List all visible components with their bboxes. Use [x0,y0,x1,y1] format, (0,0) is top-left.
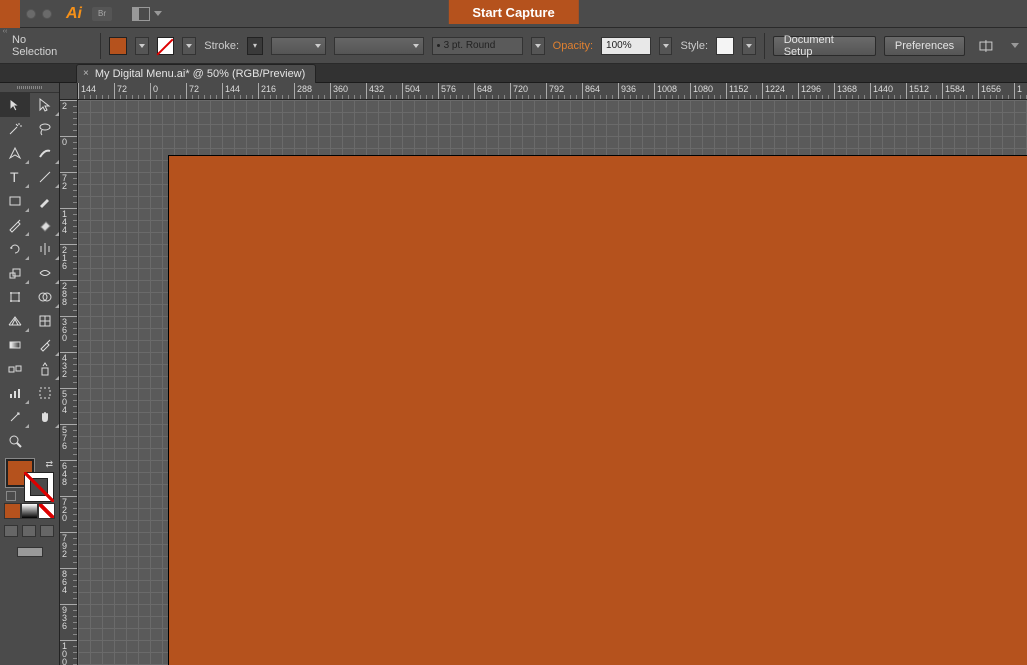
window-dot[interactable] [42,9,52,19]
selection-status-label: No Selection [12,34,74,58]
opacity-label[interactable]: Opacity: [553,40,593,52]
window-controls[interactable] [26,9,52,19]
stroke-dropdown-icon[interactable] [182,37,196,55]
scale-tool[interactable] [0,261,30,285]
slice-tool[interactable] [0,405,30,429]
free-transform-tool[interactable] [0,285,30,309]
brush-label: 3 pt. Round [444,40,496,51]
blend-tool[interactable] [0,357,30,381]
opacity-dropdown-icon[interactable] [659,37,673,55]
rotate-tool[interactable] [0,237,30,261]
artboard-tool[interactable] [30,381,60,405]
reflect-tool[interactable] [30,237,60,261]
brush-dot-icon [437,44,440,47]
document-tab-title: My Digital Menu.ai* @ 50% (RGB/Preview) [95,68,305,80]
zoom-tool[interactable] [0,429,30,453]
divider [100,33,101,59]
color-mode-none[interactable] [38,503,55,519]
horizontal-ruler[interactable]: 1447207214421628836043250457664872079286… [78,83,1027,100]
document-setup-button[interactable]: Document Setup [773,36,876,56]
gradient-tool[interactable] [0,333,30,357]
style-dropdown-icon[interactable] [742,37,756,55]
divider [764,33,765,59]
vertical-ruler[interactable]: 2072144216288360432504576648720792864936… [60,100,78,665]
color-mode-row [4,503,55,519]
line-tool[interactable] [30,165,60,189]
perspective-grid-tool[interactable] [0,309,30,333]
stroke-label: Stroke: [204,40,239,52]
align-dropdown-icon[interactable] [1011,43,1019,48]
opacity-input[interactable]: 100% [601,37,651,55]
draw-mode-row [4,525,55,537]
tool-grid: T [0,93,59,453]
default-fill-stroke-icon[interactable] [6,491,16,501]
panel-grip[interactable] [0,83,59,93]
stroke-weight-stepper[interactable]: ▾ [247,37,263,55]
draw-behind-icon[interactable] [22,525,36,537]
workspace-layout-icon[interactable] [132,7,150,21]
eyedropper-tool[interactable] [30,333,60,357]
align-icon[interactable] [979,39,999,53]
color-mode-gradient[interactable] [21,503,38,519]
column-graph-tool[interactable] [0,381,30,405]
stroke-swatch[interactable] [157,37,175,55]
canvas-area: 1447207214421628836043250457664872079286… [60,83,1027,665]
ruler-origin-corner[interactable] [60,83,78,100]
control-bar: No Selection Stroke: ▾ 3 pt. Round Opaci… [0,28,1027,64]
symbol-sprayer-tool[interactable] [30,357,60,381]
start-capture-button[interactable]: Start Capture [448,0,578,24]
canvas-viewport[interactable] [78,100,1027,665]
blob-brush-tool[interactable] [30,141,60,165]
screen-mode-icon[interactable] [17,547,43,557]
draw-inside-icon[interactable] [40,525,54,537]
draw-normal-icon[interactable] [4,525,18,537]
lasso-tool[interactable] [30,117,60,141]
shape-builder-tool[interactable] [30,285,60,309]
screen-mode-row [0,547,59,557]
preferences-button[interactable]: Preferences [884,36,965,56]
brush-definition-dropdown[interactable]: 3 pt. Round [432,37,523,55]
magic-wand-tool[interactable] [0,117,30,141]
artboard[interactable] [168,155,1027,665]
window-dot[interactable] [26,9,36,19]
pen-tool[interactable] [0,141,30,165]
document-tab[interactable]: × My Digital Menu.ai* @ 50% (RGB/Preview… [76,64,316,83]
graphic-style-swatch[interactable] [716,37,734,55]
selection-tool[interactable] [0,93,30,117]
svg-text:T: T [10,169,19,185]
fill-swatch[interactable] [109,37,127,55]
bridge-icon[interactable]: Br [92,7,112,21]
variable-width-dropdown[interactable] [334,37,423,55]
direct-selection-tool[interactable] [30,93,60,117]
stroke-weight-dropdown[interactable] [271,37,326,55]
collapse-toggle-icon[interactable]: ‹‹ [0,28,10,36]
app-tab-indicator [0,0,20,28]
stroke-color-box[interactable] [25,473,53,501]
document-tabs-row: × My Digital Menu.ai* @ 50% (RGB/Preview… [0,64,1027,83]
brush-dropdown-icon[interactable] [531,37,545,55]
mesh-tool[interactable] [30,309,60,333]
fill-dropdown-icon[interactable] [135,37,149,55]
hand-tool[interactable] [30,405,60,429]
swap-fill-stroke-icon[interactable]: ⇄ [45,459,53,470]
style-label: Style: [680,40,708,52]
illustrator-app-icon: Ai [66,5,82,23]
rectangle-tool[interactable] [0,189,30,213]
main-area: T ⇄ [0,83,1027,665]
close-tab-icon[interactable]: × [83,68,89,79]
fill-stroke-indicator[interactable]: ⇄ [4,459,55,501]
tools-panel: T ⇄ [0,83,60,665]
paintbrush-tool[interactable] [30,189,60,213]
workspace-dropdown-icon[interactable] [154,11,162,16]
width-tool[interactable] [30,261,60,285]
eraser-tool[interactable] [30,213,60,237]
application-menubar: Ai Br Start Capture [0,0,1027,28]
type-tool[interactable]: T [0,165,30,189]
color-mode-solid[interactable] [4,503,21,519]
pencil-tool[interactable] [0,213,30,237]
